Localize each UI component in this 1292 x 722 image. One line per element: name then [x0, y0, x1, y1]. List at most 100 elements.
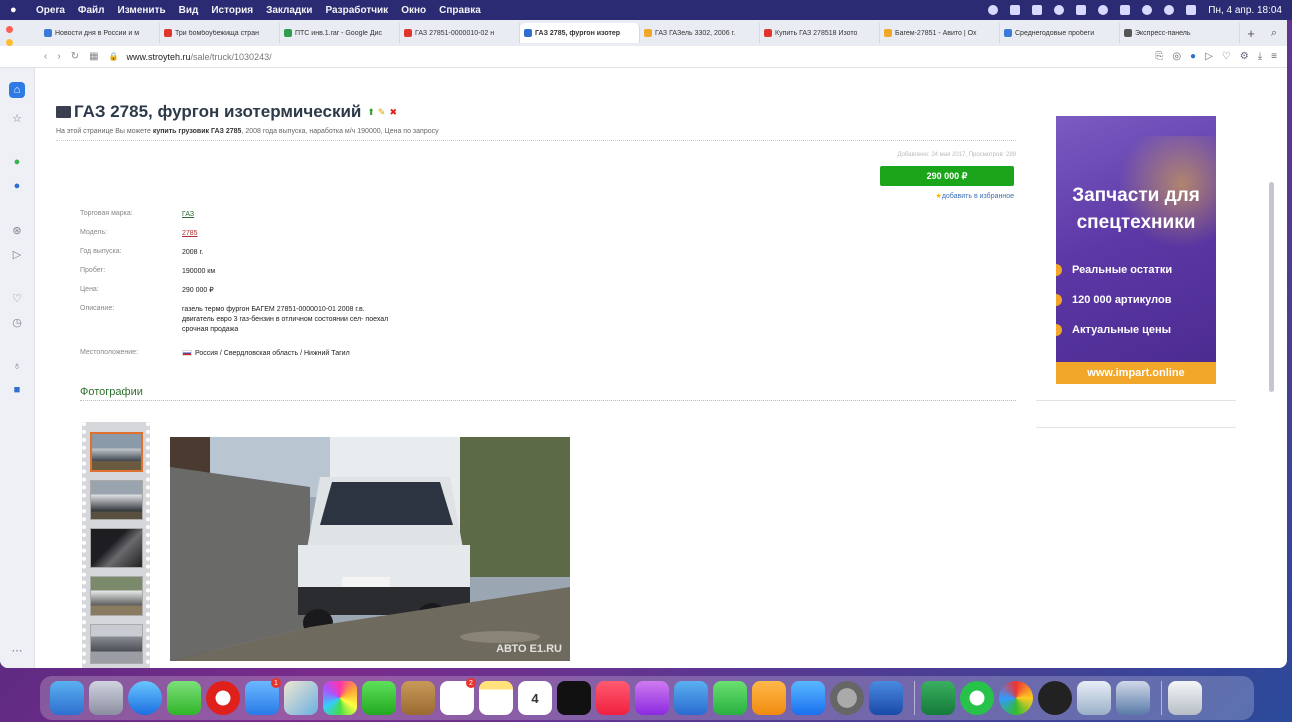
safari-icon[interactable]	[128, 681, 162, 715]
apple-tv-icon[interactable]	[557, 681, 591, 715]
promote-icon[interactable]: ⬆	[367, 107, 375, 117]
reminders-icon[interactable]: 2	[440, 678, 476, 715]
url-field[interactable]: www.stroyteh.ru/sale/truck/1030243/	[127, 52, 272, 62]
heart-icon[interactable]: ♡	[1222, 51, 1231, 62]
menu-opera[interactable]: Opera	[36, 5, 65, 16]
spotlight-icon[interactable]	[1164, 5, 1175, 15]
status-icon-2[interactable]	[1010, 5, 1021, 15]
tab[interactable]: Среднегодовые пробеги	[1000, 23, 1120, 43]
menubar-clock[interactable]: Пн, 4 апр. 18:04	[1208, 5, 1282, 16]
photo-thumbnail[interactable]	[90, 624, 143, 664]
extensions-icon[interactable]: ⚙	[1240, 51, 1249, 62]
player-icon[interactable]: ▷	[1205, 51, 1213, 62]
vertical-scrollbar[interactable]	[1269, 182, 1274, 392]
tips-icon[interactable]: ♁	[9, 358, 25, 374]
main-photo[interactable]: АВТО Е1.RU	[170, 437, 570, 661]
close-window-icon[interactable]	[6, 26, 13, 33]
numbers-icon[interactable]	[713, 681, 747, 715]
tab[interactable]: ГАЗ 27851-0000010-02 н	[400, 23, 520, 43]
snapshot-icon[interactable]: ⎘	[1155, 51, 1163, 62]
minimize-window-icon[interactable]	[6, 39, 13, 46]
photo-thumbnail[interactable]	[90, 432, 143, 472]
battery-icon[interactable]	[1120, 5, 1131, 15]
tab[interactable]: ГАЗ ГАЗель 3302, 2006 г.	[640, 23, 760, 43]
menu-history[interactable]: История	[211, 5, 253, 16]
extensions-sidebar-icon[interactable]: ■	[9, 382, 25, 398]
home-icon[interactable]: ⌂	[9, 82, 25, 98]
launchpad-icon[interactable]	[89, 681, 123, 715]
status-icon-4[interactable]	[1054, 5, 1065, 15]
status-icon-1[interactable]	[988, 5, 999, 15]
tab[interactable]: Купить ГАЗ 278518 Изото	[760, 23, 880, 43]
download-icon[interactable]: ⤓	[1258, 51, 1262, 62]
price-button[interactable]: 290 000 ₽	[880, 166, 1014, 186]
photos-icon[interactable]	[323, 681, 357, 715]
menu-icon[interactable]: ≡	[1271, 51, 1277, 62]
delete-icon[interactable]: ✖	[389, 107, 397, 117]
status-icon-6[interactable]	[1098, 5, 1109, 15]
menu-view[interactable]: Вид	[179, 5, 199, 16]
music-icon[interactable]	[596, 681, 630, 715]
mail-icon[interactable]: 1	[245, 678, 281, 715]
status-icon-3[interactable]	[1032, 5, 1043, 15]
photo-thumbnail[interactable]	[90, 576, 143, 616]
folder-stack-icon[interactable]	[1116, 681, 1150, 715]
downloads-stack-icon[interactable]	[1077, 681, 1111, 715]
chrome-icon[interactable]	[999, 681, 1033, 715]
contacts-icon[interactable]	[401, 681, 435, 715]
add-to-favorites-link[interactable]: ★добавить в избранное	[886, 192, 1014, 200]
trash-icon[interactable]	[1168, 681, 1202, 715]
notes-icon[interactable]	[479, 681, 513, 715]
menu-edit[interactable]: Изменить	[118, 5, 166, 16]
messages-icon[interactable]	[167, 681, 201, 715]
lock-icon[interactable]: 🔒	[109, 52, 119, 61]
tab[interactable]: Экспресс-панель	[1120, 23, 1240, 43]
photo-thumbnail[interactable]	[90, 528, 143, 568]
system-preferences-icon[interactable]	[830, 681, 864, 715]
photo-thumbnail[interactable]	[90, 480, 143, 520]
telegram-icon[interactable]: ●	[9, 178, 25, 194]
forward-icon[interactable]: ›	[57, 51, 60, 62]
finder-icon[interactable]	[50, 681, 84, 715]
whatsapp-icon[interactable]	[960, 681, 994, 715]
pages-icon[interactable]	[752, 681, 786, 715]
tab[interactable]: Три бомбоубежища стран	[160, 23, 280, 43]
tab[interactable]: ПТС инв.1.rar - Google Дис	[280, 23, 400, 43]
excel-icon[interactable]	[921, 681, 955, 715]
facetime-icon[interactable]	[362, 681, 396, 715]
play-icon[interactable]: ▷	[9, 246, 25, 262]
status-icon-5[interactable]	[1076, 5, 1087, 15]
control-center-icon[interactable]	[1186, 5, 1197, 15]
edit-icon[interactable]: ✎	[378, 107, 386, 117]
app-store-icon[interactable]	[791, 681, 825, 715]
model-link[interactable]: 2785	[182, 229, 198, 239]
brand-link[interactable]: ГАЗ	[182, 210, 194, 220]
podcasts-icon[interactable]	[635, 681, 669, 715]
reload-icon[interactable]: ↻	[71, 51, 79, 62]
bookmarks-icon[interactable]: ☆	[9, 110, 25, 126]
history-icon[interactable]: ◷	[9, 314, 25, 330]
menu-file[interactable]: Файл	[78, 5, 105, 16]
menu-help[interactable]: Справка	[439, 5, 481, 16]
menu-developer[interactable]: Разработчик	[325, 5, 388, 16]
back-icon[interactable]: ‹	[44, 51, 47, 62]
ad-banner[interactable]: Запчасти для спецтехники Реальные остатк…	[1056, 116, 1216, 384]
tab[interactable]: Багем-27851 - Авито | Ох	[880, 23, 1000, 43]
favorites-icon[interactable]: ♡	[9, 290, 25, 306]
wifi-icon[interactable]	[1142, 5, 1153, 15]
tab-search-icon[interactable]: ⌕	[1271, 27, 1277, 40]
calendar-icon[interactable]: 4	[518, 681, 552, 715]
player-sidebar-icon[interactable]: ⊛	[9, 222, 25, 238]
tab-active[interactable]: ГАЗ 2785, фургон изотер	[520, 23, 640, 43]
w-app-icon[interactable]	[1038, 681, 1072, 715]
maps-icon[interactable]	[284, 681, 318, 715]
apple-menu-icon[interactable]: ●	[10, 4, 22, 16]
word-icon[interactable]	[869, 681, 903, 715]
more-icon[interactable]: ⋯	[9, 642, 25, 658]
camera-icon[interactable]: ◎	[1172, 51, 1181, 62]
messenger-icon[interactable]: ●	[9, 154, 25, 170]
menu-bookmarks[interactable]: Закладки	[266, 5, 312, 16]
speed-dial-icon[interactable]: ▦	[89, 51, 98, 62]
vpn-icon[interactable]: ●	[1190, 51, 1196, 62]
menu-window[interactable]: Окно	[401, 5, 426, 16]
